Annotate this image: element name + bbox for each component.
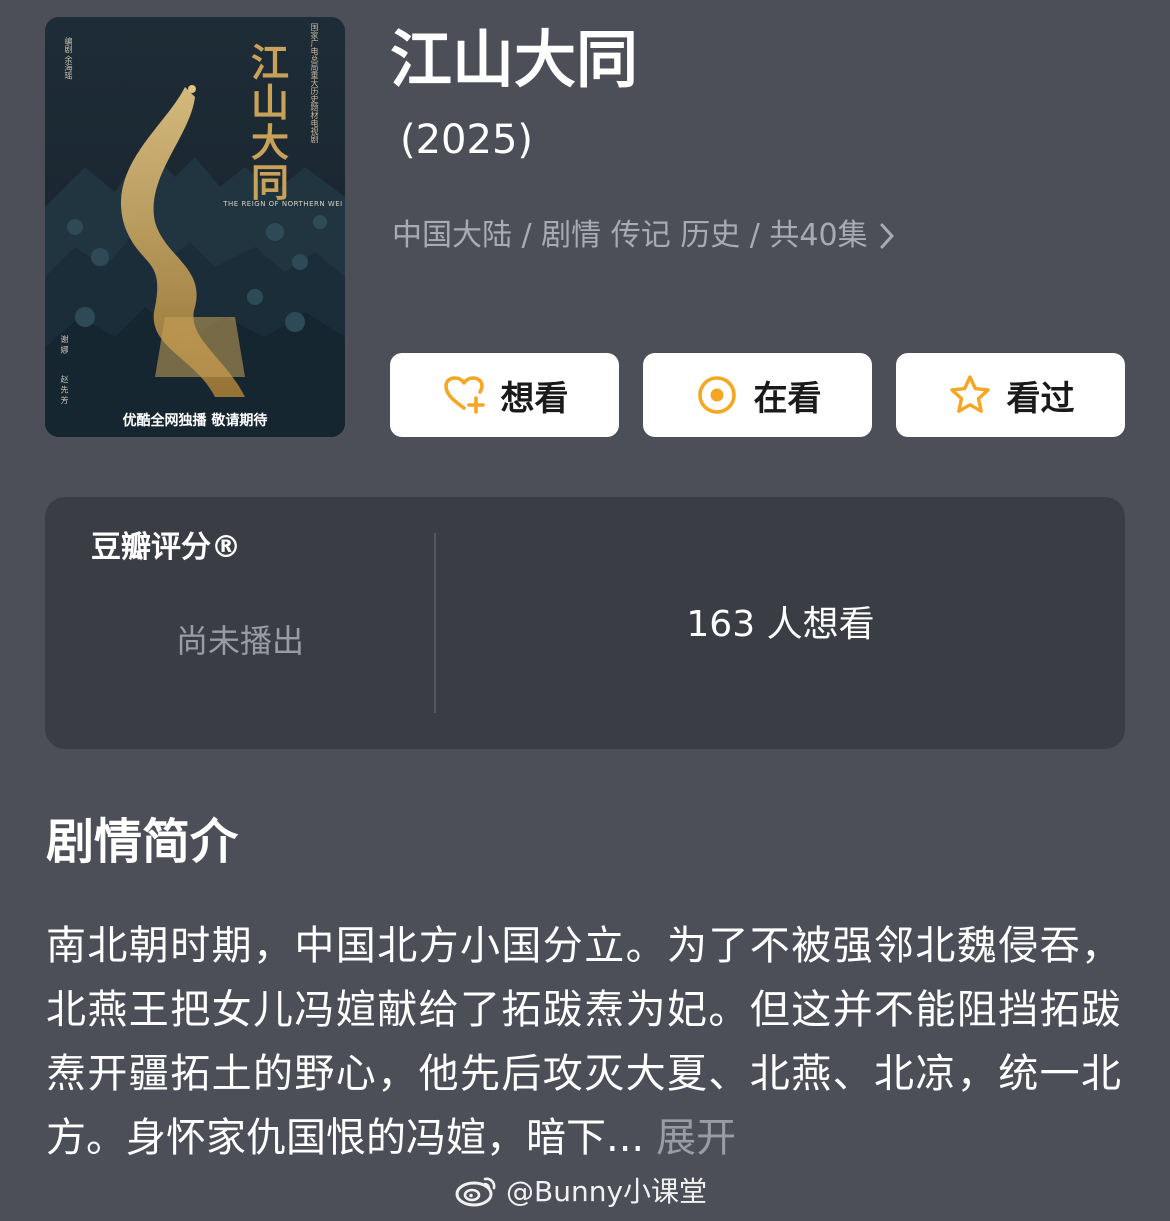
show-year: (2025) bbox=[400, 117, 534, 163]
watched-label: 看过 bbox=[1006, 378, 1075, 419]
show-meta-link[interactable]: 中国大陆 / 剧情 传记 历史 / 共40集 bbox=[392, 214, 896, 258]
synopsis-body: 南北朝时期，中国北方小国分立。为了不被强邻北魏侵吞，北燕王把女儿冯媗献给了拓跋焘… bbox=[46, 914, 1121, 1170]
poster-image[interactable]: 江山大同 国家广电总局重大历史题材电视剧 THE REIGN OF NORTHE… bbox=[45, 17, 345, 437]
watermark: @Bunny小课堂 bbox=[454, 1170, 707, 1210]
weibo-icon bbox=[454, 1173, 500, 1207]
expand-link[interactable]: 展开 bbox=[656, 1115, 736, 1161]
poster-english-title: THE REIGN OF NORTHERN WEI bbox=[223, 200, 343, 208]
poster-artwork bbox=[45, 17, 345, 437]
poster-tagline: 优酷全网独播 敬请期待 bbox=[122, 413, 268, 429]
movie-detail-page: 江山大同 国家广电总局重大历史题材电视剧 THE REIGN OF NORTHE… bbox=[0, 0, 1170, 1221]
want-to-watch-label: 想看 bbox=[500, 378, 569, 419]
poster-title: 江山大同 bbox=[250, 40, 289, 205]
watching-label: 在看 bbox=[753, 378, 822, 419]
poster-credit-cast-1: 谢 娜 bbox=[60, 335, 69, 354]
rating-card[interactable]: 豆瓣评分® 尚未播出 163 人想看 bbox=[45, 497, 1125, 749]
want-count: 163 人想看 bbox=[686, 604, 875, 645]
show-title: 江山大同 bbox=[390, 23, 639, 96]
chevron-right-icon bbox=[878, 221, 896, 251]
poster-credit-cast-2: 赵 先 芳 bbox=[60, 375, 69, 405]
watched-button[interactable]: 看过 bbox=[896, 353, 1125, 437]
want-to-watch-button[interactable]: 想看 bbox=[390, 353, 619, 437]
rating-status: 尚未播出 bbox=[175, 622, 304, 660]
poster-credit-writer: 编剧 余海瑶 bbox=[64, 37, 73, 80]
heart-plus-icon bbox=[441, 372, 487, 418]
poster-vertical-text: 国家广电总局重大历史题材电视剧 bbox=[310, 23, 319, 143]
synopsis-heading: 剧情简介 bbox=[46, 814, 239, 870]
star-icon bbox=[947, 372, 993, 418]
synopsis-text: 南北朝时期，中国北方小国分立。为了不被强邻北魏侵吞，北燕王把女儿冯媗献给了拓跋焘… bbox=[46, 923, 1121, 1161]
show-meta-text: 中国大陆 / 剧情 传记 历史 / 共40集 bbox=[392, 218, 868, 253]
watermark-text: @Bunny小课堂 bbox=[506, 1175, 708, 1208]
watching-button[interactable]: 在看 bbox=[643, 353, 872, 437]
target-icon bbox=[694, 372, 740, 418]
rating-label: 豆瓣评分® bbox=[91, 530, 241, 565]
